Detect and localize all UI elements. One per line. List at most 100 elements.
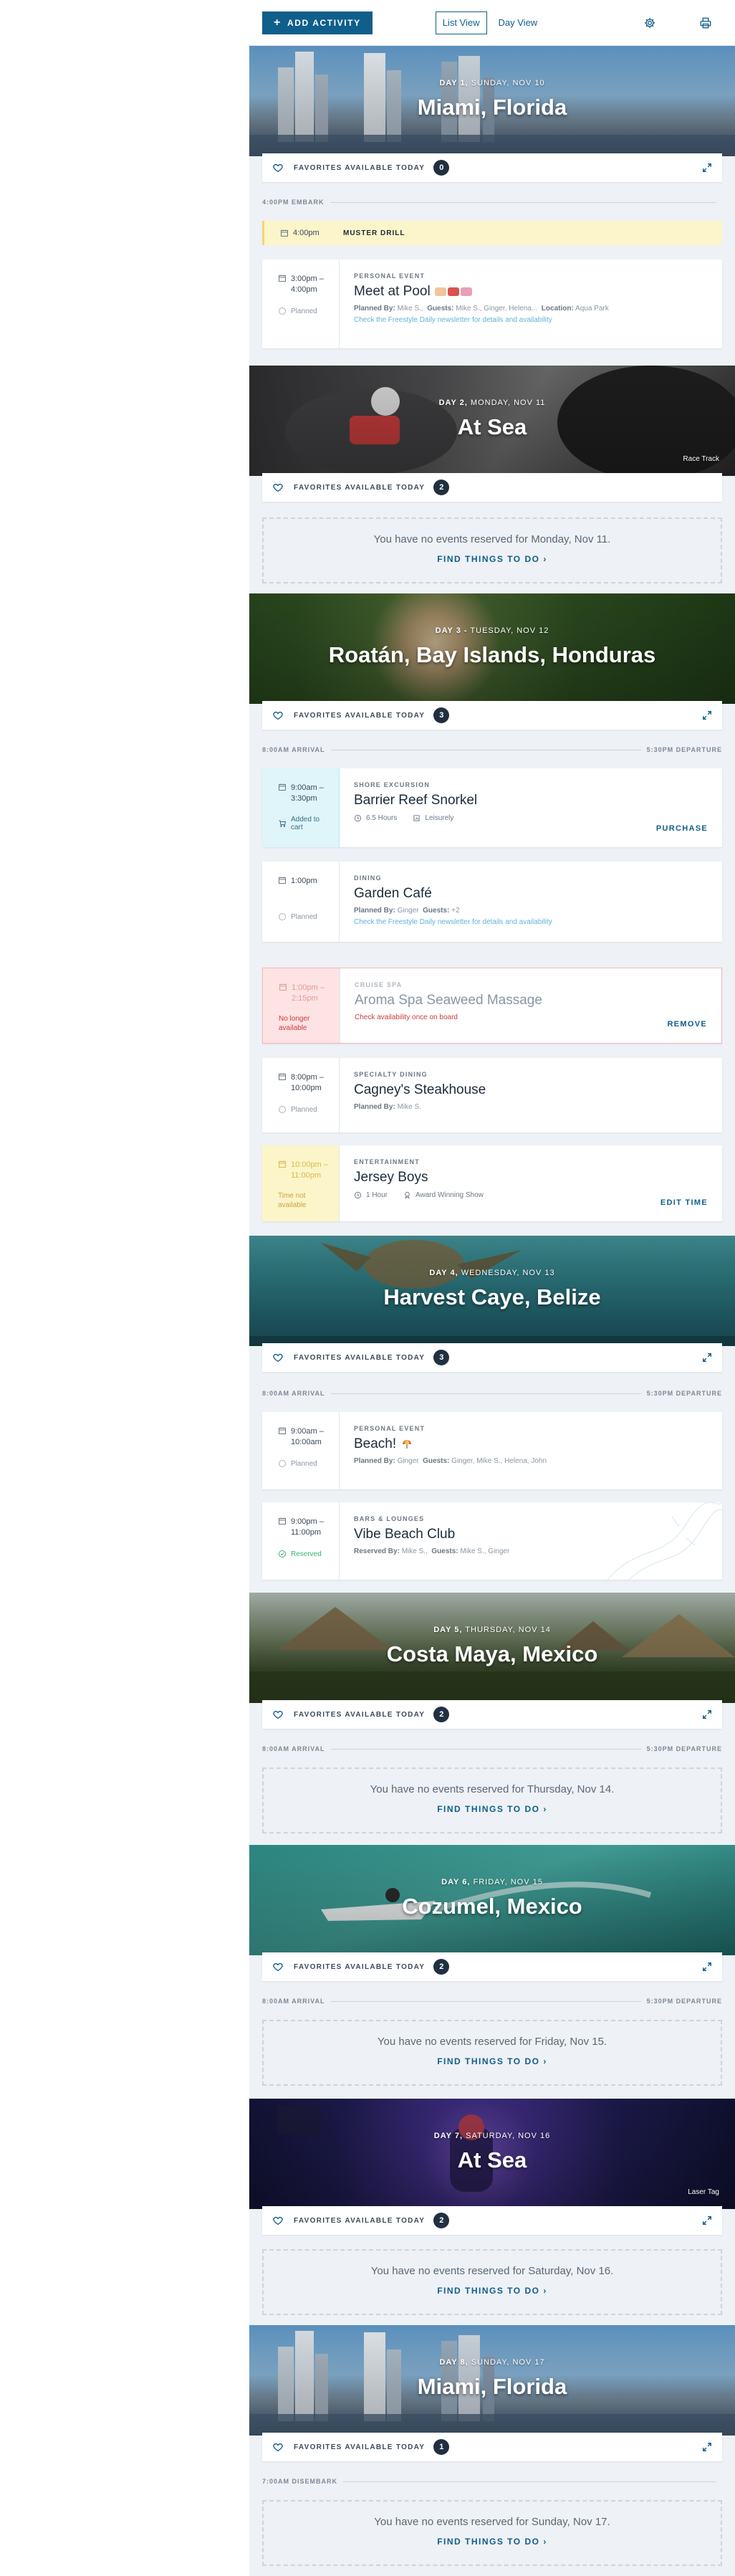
activity-level-icon [413, 815, 420, 821]
calendar-icon [279, 1160, 286, 1168]
expand-icon[interactable] [702, 710, 712, 720]
calendar-icon [279, 877, 286, 884]
planned-circle-icon [279, 913, 286, 920]
event-card[interactable]: 1:00pm Planned DINING Garden Café Planne… [262, 862, 722, 942]
event-card[interactable]: 8:00pm – 10:00pm Planned SPECIALTY DINING… [262, 1058, 722, 1132]
calendar-icon [279, 983, 287, 991]
printer-icon[interactable] [696, 14, 715, 32]
find-things-link[interactable]: FIND THINGS TO DO › [264, 2537, 721, 2547]
planned-circle-icon [279, 307, 286, 315]
add-activity-button[interactable]: + ADD ACTIVITY [262, 11, 373, 34]
port-name: Roatán, Bay Islands, Honduras [328, 642, 656, 667]
event-time-start: 3:00pm – [291, 275, 324, 283]
favorites-bar-4[interactable]: FAVORITES AVAILABLE TODAY 3 [262, 1343, 722, 1372]
favorites-bar-5[interactable]: FAVORITES AVAILABLE TODAY 2 [262, 1700, 722, 1729]
add-activity-label: ADD ACTIVITY [287, 17, 361, 28]
remove-button[interactable]: REMOVE [668, 1020, 707, 1029]
event-time-start: 1:00pm – [292, 983, 325, 992]
itinerary-app: + ADD ACTIVITY List View Day View DAY 1,… [249, 0, 735, 2576]
expand-icon[interactable] [702, 163, 712, 173]
find-things-link[interactable]: FIND THINGS TO DO › [264, 554, 721, 564]
event-status: Planned [291, 307, 317, 315]
muster-drill-row[interactable]: 4:00pm MUSTER DRILL [262, 221, 722, 245]
port-name: At Sea [457, 2147, 527, 2172]
port-arrival-time: 8:00AM ARRIVAL [262, 746, 325, 753]
event-title[interactable]: Barrier Reef Snorkel [354, 793, 477, 808]
event-note[interactable]: Check the Freestyle Daily newsletter for… [354, 918, 708, 926]
calendar-icon [279, 783, 286, 791]
day-label: DAY 6, [441, 1878, 471, 1886]
day-hero-4: DAY 4, WEDNESDAY, NOV 13 Harvest Caye, B… [249, 1236, 735, 1346]
event-title[interactable]: Aroma Spa Seaweed Massage [355, 993, 542, 1008]
event-category: PERSONAL EVENT [354, 272, 426, 280]
day-date: THURSDAY, NOV 14 [465, 1626, 551, 1634]
expand-icon[interactable] [702, 2442, 712, 2452]
event-time-end: 10:00pm [291, 1084, 322, 1092]
port-times-3: 8:00AM ARRIVAL 5:30PM DEPARTURE [262, 744, 722, 755]
view-switcher: List View Day View [435, 11, 545, 34]
edit-time-button[interactable]: EDIT TIME [660, 1198, 708, 1207]
favorites-label: FAVORITES AVAILABLE TODAY [294, 2216, 426, 2225]
event-card[interactable]: 9:00pm –11:00pm Reserved BARS & LOUNGES … [262, 1502, 722, 1580]
duration-info: 1 Hour [354, 1191, 388, 1199]
event-time-end: 11:00pm [291, 1528, 321, 1537]
favorites-bar-6[interactable]: FAVORITES AVAILABLE TODAY 2 [262, 1952, 722, 1981]
favorites-bar-1[interactable]: FAVORITES AVAILABLE TODAY 0 [262, 153, 722, 182]
event-note[interactable]: Check the Freestyle Daily newsletter for… [354, 316, 708, 324]
expand-icon[interactable] [702, 2215, 712, 2226]
event-title[interactable]: Jersey Boys [354, 1170, 428, 1186]
day-hero-8: DAY 8, SUNDAY, NOV 17 Miami, Florida [249, 2325, 735, 2436]
port-arrival-time: 8:00AM ARRIVAL [262, 1390, 325, 1397]
heart-icon [273, 483, 283, 492]
port-departure-time: 5:30PM DEPARTURE [646, 1745, 722, 1752]
tab-list-view[interactable]: List View [435, 11, 487, 34]
event-status: Planned [291, 1105, 317, 1114]
event-title[interactable]: Meet at Pool [354, 284, 431, 300]
favorites-bar-2[interactable]: FAVORITES AVAILABLE TODAY 2 [262, 473, 722, 502]
event-card[interactable]: 3:00pm – 4:00pm Planned PERSONAL EVENT Me… [262, 259, 722, 348]
favorites-label: FAVORITES AVAILABLE TODAY [294, 2443, 426, 2451]
find-things-link[interactable]: FIND THINGS TO DO › [264, 2056, 721, 2066]
gear-icon[interactable] [640, 14, 659, 32]
favorites-bar-8[interactable]: FAVORITES AVAILABLE TODAY 1 [262, 2433, 722, 2461]
day-date: MONDAY, NOV 11 [470, 399, 546, 407]
event-card[interactable]: 9:00am – 3:30pm Added to cart SHORE EXCUR… [262, 768, 722, 847]
event-meta: Planned By: Ginger Guests: Ginger, Mike … [354, 1457, 547, 1465]
award-info: Award Winning Show [403, 1191, 484, 1199]
expand-icon[interactable] [702, 1962, 712, 1972]
event-title[interactable]: Vibe Beach Club [354, 1527, 455, 1542]
event-title[interactable]: Garden Café [354, 886, 432, 902]
favorites-label: FAVORITES AVAILABLE TODAY [294, 1353, 426, 1362]
event-status: Planned [291, 1459, 317, 1468]
favorites-bar-7[interactable]: FAVORITES AVAILABLE TODAY 2 [262, 2206, 722, 2235]
event-card[interactable]: 1:00pm – 2:15pm No longer available CRUIS… [262, 968, 722, 1044]
empty-message: You have no events reserved for Friday, … [377, 2036, 607, 2048]
heart-icon [273, 711, 283, 720]
event-card[interactable]: 10:00pm – 11:00pm Time not available ENTE… [262, 1145, 722, 1221]
empty-day: You have no events reserved for Sunday, … [262, 2500, 722, 2566]
image-caption: Race Track [683, 455, 719, 463]
event-status: Reserved [291, 1550, 322, 1558]
find-things-link[interactable]: FIND THINGS TO DO › [264, 2286, 721, 2296]
tab-day-view[interactable]: Day View [491, 11, 545, 34]
day-date: SATURDAY, NOV 16 [466, 2132, 551, 2140]
purchase-button[interactable]: PURCHASE [656, 824, 708, 833]
day-label: DAY 7, [433, 2132, 463, 2140]
port-times-5: 8:00AM ARRIVAL 5:30PM DEPARTURE [262, 1743, 722, 1755]
expand-icon[interactable] [702, 1353, 712, 1363]
heart-icon [273, 163, 283, 173]
favorites-count: 3 [433, 707, 450, 723]
event-meta: Planned By: Mike S., Guests: Mike S., Gi… [354, 305, 609, 313]
expand-icon[interactable] [702, 1709, 712, 1719]
event-category: ENTERTAINMENT [354, 1158, 420, 1165]
event-time-start: 9:00pm – [291, 1517, 324, 1526]
event-title[interactable]: Beach! [354, 1436, 396, 1452]
event-title[interactable]: Cagney's Steakhouse [354, 1082, 486, 1098]
find-things-link[interactable]: FIND THINGS TO DO › [264, 1804, 721, 1814]
event-card[interactable]: 9:00am – 10:00am Planned PERSONAL EVENT B… [262, 1412, 722, 1489]
award-icon [405, 1191, 410, 1199]
favorites-bar-3[interactable]: FAVORITES AVAILABLE TODAY 3 [262, 701, 722, 730]
day-date: SUNDAY, NOV 17 [471, 2358, 545, 2367]
event-status: No longer available [279, 1015, 310, 1032]
port-name: Cozumel, Mexico [402, 1894, 582, 1919]
